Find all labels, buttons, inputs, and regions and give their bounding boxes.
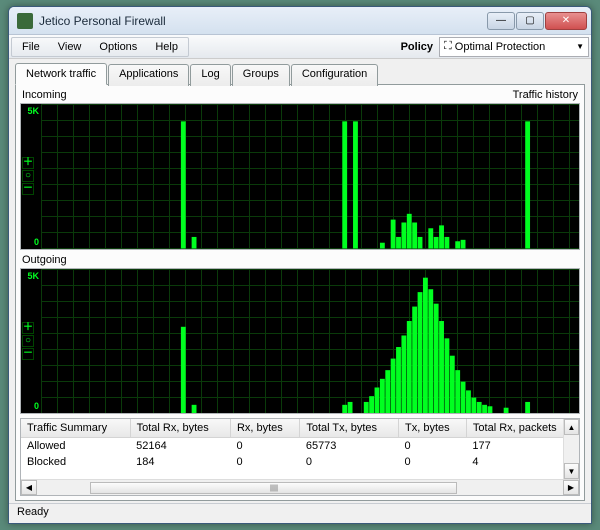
cell-value: 0 xyxy=(399,454,467,470)
minimize-button[interactable]: — xyxy=(487,12,515,30)
table-header-row: Traffic Summary Total Rx, bytes Rx, byte… xyxy=(21,419,563,438)
tab-log[interactable]: Log xyxy=(190,64,230,86)
cell-value: 184 xyxy=(130,454,230,470)
statusbar: Ready xyxy=(9,503,591,523)
scroll-thumb[interactable] xyxy=(90,482,457,494)
col-summary[interactable]: Traffic Summary xyxy=(21,419,130,438)
outgoing-label: Outgoing xyxy=(22,254,67,266)
axis-min: 0 xyxy=(23,237,39,247)
policy-label: Policy xyxy=(397,41,437,53)
tab-network-traffic[interactable]: Network traffic xyxy=(15,63,107,85)
cell-value: 52164 xyxy=(130,438,230,455)
axis-min: 0 xyxy=(23,401,39,411)
zoom-in-icon[interactable]: ＋ xyxy=(22,322,34,334)
app-icon xyxy=(17,13,33,29)
incoming-bars xyxy=(41,104,579,249)
maximize-button[interactable]: ▢ xyxy=(516,12,544,30)
traffic-history-label: Traffic history xyxy=(513,89,578,101)
tabs: Network traffic Applications Log Groups … xyxy=(15,63,585,85)
cell-label: Allowed xyxy=(21,438,130,455)
col-tx[interactable]: Tx, bytes xyxy=(399,419,467,438)
outgoing-bars xyxy=(41,269,579,414)
axis-max: 5K xyxy=(23,271,39,281)
scroll-left-icon[interactable]: ◀ xyxy=(21,480,37,495)
vertical-scrollbar[interactable]: ▲ ▼ xyxy=(563,419,579,479)
tab-configuration[interactable]: Configuration xyxy=(291,64,378,86)
col-total-tx[interactable]: Total Tx, bytes xyxy=(300,419,399,438)
col-total-rx-packets[interactable]: Total Rx, packets xyxy=(466,419,563,438)
axis-max: 5K xyxy=(23,106,39,116)
cell-value: 0 xyxy=(300,454,399,470)
tab-body: Incoming Traffic history 5K ＋ ○ － 0 Outg… xyxy=(15,84,585,501)
menu-view[interactable]: View xyxy=(49,39,91,55)
table-row[interactable]: Allowed 52164 0 65773 0 177 xyxy=(21,438,563,455)
menubar: File View Options Help Policy ⛶ Optimal … xyxy=(9,35,591,59)
zoom-out-icon[interactable]: － xyxy=(22,183,34,195)
zoom-out-icon[interactable]: － xyxy=(22,348,34,360)
table-row[interactable]: Blocked 184 0 0 0 4 xyxy=(21,454,563,470)
traffic-summary: Traffic Summary Total Rx, bytes Rx, byte… xyxy=(20,418,580,496)
policy-icon: ⛶ xyxy=(444,40,452,53)
cell-value: 4 xyxy=(466,454,563,470)
policy-value: Optimal Protection xyxy=(455,41,545,53)
zoom-reset-icon[interactable]: ○ xyxy=(22,170,34,182)
outgoing-chart: 5K ＋ ○ － 0 xyxy=(20,268,580,415)
app-window: Jetico Personal Firewall — ▢ ✕ File View… xyxy=(8,6,592,524)
scroll-down-icon[interactable]: ▼ xyxy=(564,463,579,479)
scroll-right-icon[interactable]: ▶ xyxy=(563,480,579,495)
cell-value: 0 xyxy=(399,438,467,455)
window-title: Jetico Personal Firewall xyxy=(39,14,487,28)
zoom-in-icon[interactable]: ＋ xyxy=(22,157,34,169)
chevron-down-icon: ▼ xyxy=(576,42,584,51)
menu-help[interactable]: Help xyxy=(146,39,187,55)
tab-applications[interactable]: Applications xyxy=(108,64,189,86)
cell-value: 65773 xyxy=(300,438,399,455)
col-total-rx[interactable]: Total Rx, bytes xyxy=(130,419,230,438)
cell-value: 0 xyxy=(230,454,299,470)
menu-file[interactable]: File xyxy=(13,39,49,55)
horizontal-scrollbar[interactable]: ◀ ▶ xyxy=(21,479,579,495)
col-rx[interactable]: Rx, bytes xyxy=(230,419,299,438)
tab-groups[interactable]: Groups xyxy=(232,64,290,86)
scroll-up-icon[interactable]: ▲ xyxy=(564,419,579,435)
cell-label: Blocked xyxy=(21,454,130,470)
policy-select[interactable]: ⛶ Optimal Protection ▼ xyxy=(439,37,589,57)
incoming-chart: 5K ＋ ○ － 0 xyxy=(20,103,580,250)
close-button[interactable]: ✕ xyxy=(545,12,587,30)
zoom-reset-icon[interactable]: ○ xyxy=(22,335,34,347)
incoming-label: Incoming xyxy=(22,89,67,101)
status-text: Ready xyxy=(17,506,49,518)
titlebar[interactable]: Jetico Personal Firewall — ▢ ✕ xyxy=(9,7,591,35)
cell-value: 0 xyxy=(230,438,299,455)
cell-value: 177 xyxy=(466,438,563,455)
menu-options[interactable]: Options xyxy=(90,39,146,55)
